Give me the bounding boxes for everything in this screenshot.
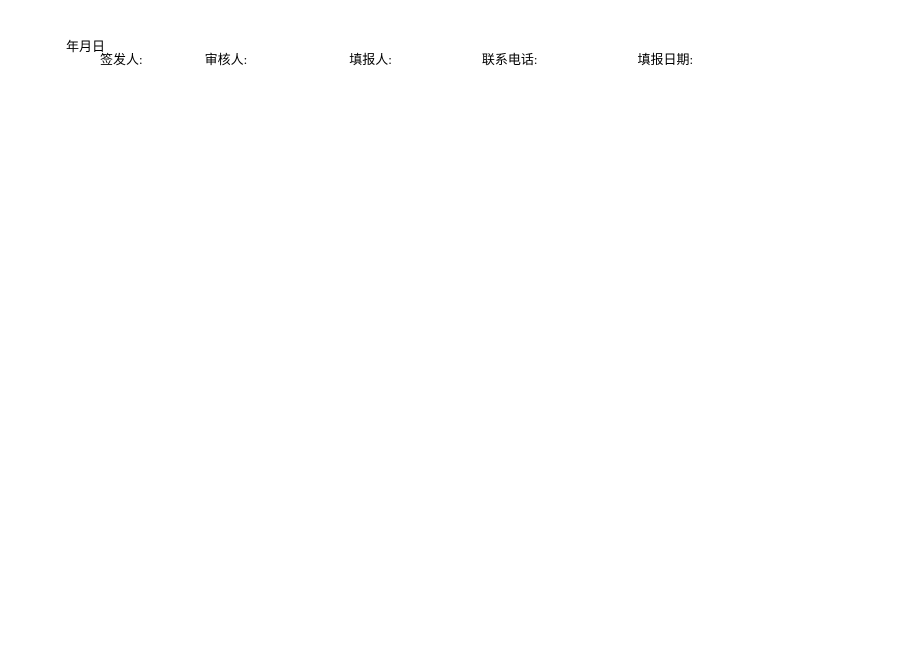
reviewer-field-label: 审核人: bbox=[205, 49, 248, 68]
issuer-field-label: 签发人: bbox=[100, 49, 143, 68]
report-date-field-label: 填报日期: bbox=[638, 49, 694, 68]
signature-fields-row: 签发人: 审核人: 填报人: 联系电话: 填报日期: bbox=[100, 49, 860, 68]
reporter-field-label: 填报人: bbox=[349, 49, 392, 68]
phone-field-label: 联系电话: bbox=[482, 49, 538, 68]
